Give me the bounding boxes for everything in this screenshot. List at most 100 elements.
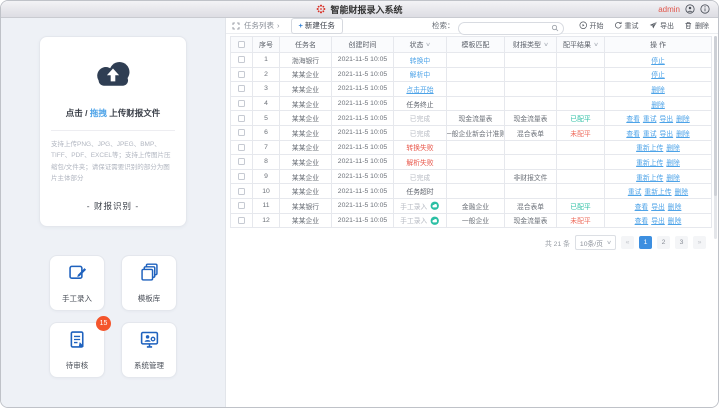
toolbar-action-删除[interactable]: 删除 xyxy=(684,21,709,31)
row-checkbox-cell xyxy=(231,199,253,214)
app-card-待审核[interactable]: 待审核15 xyxy=(49,322,105,378)
row-checkbox[interactable] xyxy=(238,188,245,195)
expand-icon[interactable] xyxy=(232,22,240,30)
upload-drag-link[interactable]: 拖拽 xyxy=(90,108,107,118)
action-link-查看[interactable]: 查看 xyxy=(635,201,649,211)
row-checkbox[interactable] xyxy=(238,173,245,180)
action-link-删除[interactable]: 删除 xyxy=(675,186,689,196)
row-index-value: 10 xyxy=(262,188,270,195)
action-link-删除[interactable]: 删除 xyxy=(676,128,690,138)
row-index: 3 xyxy=(253,82,280,97)
row-checkbox[interactable] xyxy=(238,129,245,136)
app-card-模板库[interactable]: 模板库 xyxy=(121,255,177,311)
action-link-导出[interactable]: 导出 xyxy=(660,128,674,138)
action-link-查看[interactable]: 查看 xyxy=(626,128,640,138)
row-checkbox[interactable] xyxy=(238,217,245,224)
row-index-value: 1 xyxy=(264,56,268,63)
action-link-重新上传[interactable]: 重新上传 xyxy=(636,157,663,167)
scrollbar[interactable] xyxy=(714,36,717,239)
column-header-配平结果[interactable]: 配平结果∨ xyxy=(557,37,605,53)
chevron-down-icon[interactable]: ∨ xyxy=(543,42,549,48)
search-icon[interactable] xyxy=(551,19,559,37)
page-button-3[interactable]: 3 xyxy=(675,236,688,249)
toolbar-action-开始[interactable]: 开始 xyxy=(579,21,604,31)
action-link-导出[interactable]: 导出 xyxy=(651,201,665,211)
delete-icon xyxy=(684,21,693,30)
toolbar-action-导出[interactable]: 导出 xyxy=(649,21,675,31)
created-time-value: 2021-11-5 10:05 xyxy=(338,173,387,180)
created-time: 2021-11-5 10:05 xyxy=(332,82,394,97)
row-checkbox[interactable] xyxy=(238,56,245,63)
select-all-checkbox[interactable] xyxy=(238,41,245,48)
page-size-select[interactable]: 10条/页 ∨ xyxy=(575,235,616,250)
action-link-删除[interactable]: 删除 xyxy=(676,113,690,123)
action-link-查看[interactable]: 查看 xyxy=(626,113,640,123)
user-icon[interactable] xyxy=(685,4,695,14)
row-checkbox[interactable] xyxy=(238,115,245,122)
new-task-button[interactable]: + 新建任务 xyxy=(291,18,343,34)
row-checkbox[interactable] xyxy=(238,85,245,92)
scrollbar-thumb[interactable] xyxy=(714,36,717,196)
row-checkbox[interactable] xyxy=(238,100,245,107)
row-index-value: 6 xyxy=(264,129,268,136)
app-card-系统管理[interactable]: 系统管理 xyxy=(121,322,177,378)
task-name-value: 某某企业 xyxy=(292,69,319,79)
action-link-查看[interactable]: 查看 xyxy=(635,215,649,225)
action-link-重新上传[interactable]: 重新上传 xyxy=(636,172,663,182)
action-link-重试[interactable]: 重试 xyxy=(628,186,642,196)
page-button-1[interactable]: 1 xyxy=(639,236,652,249)
cloud-badge-icon xyxy=(430,201,440,211)
action-link-停止[interactable]: 停止 xyxy=(651,55,665,65)
row-index-value: 3 xyxy=(264,85,268,92)
action-link-删除[interactable]: 删除 xyxy=(666,142,680,152)
report-type: 混合表单 xyxy=(505,126,557,141)
created-time-value: 2021-11-5 10:05 xyxy=(338,129,387,136)
column-header-状态[interactable]: 状态∨ xyxy=(394,37,447,53)
task-name: 某某企业 xyxy=(280,82,332,97)
action-link-删除[interactable]: 删除 xyxy=(666,172,680,182)
balance-result-cell xyxy=(557,53,605,68)
page-button-2[interactable]: 2 xyxy=(657,236,670,249)
template-match: 一般企业 xyxy=(447,214,505,229)
action-link-重新上传[interactable]: 重新上传 xyxy=(644,186,671,196)
row-index-value: 11 xyxy=(262,202,269,209)
action-link-删除[interactable]: 删除 xyxy=(651,99,665,109)
search-input[interactable] xyxy=(458,22,564,35)
info-icon[interactable] xyxy=(700,4,710,14)
app-card-手工录入[interactable]: 手工录入 xyxy=(49,255,105,311)
chevron-down-icon[interactable]: ∨ xyxy=(426,42,432,48)
action-link-删除[interactable]: 删除 xyxy=(666,157,680,167)
cloud-upload-icon xyxy=(90,77,136,94)
report-type xyxy=(505,97,557,112)
action-link-导出[interactable]: 导出 xyxy=(651,215,665,225)
action-link-重试[interactable]: 重试 xyxy=(643,113,657,123)
template-match xyxy=(447,97,505,112)
action-link-删除[interactable]: 删除 xyxy=(651,84,665,94)
username-label[interactable]: admin xyxy=(658,5,680,14)
column-label: 创建时间 xyxy=(349,40,377,50)
column-header-财报类型[interactable]: 财报类型∨ xyxy=(505,37,557,53)
status-text: 解析中 xyxy=(410,69,430,79)
action-link-删除[interactable]: 删除 xyxy=(668,201,682,211)
row-checkbox[interactable] xyxy=(238,71,245,78)
next-page-button[interactable]: » xyxy=(693,236,706,249)
row-checkbox[interactable] xyxy=(238,144,245,151)
status-cell: 手工录入 xyxy=(394,214,447,229)
status-text[interactable]: 点击开始 xyxy=(406,84,433,94)
table-row: 10某某企业2021-11-5 10:05任务超时重试重新上传删除 xyxy=(231,184,712,199)
row-checkbox[interactable] xyxy=(238,158,245,165)
prev-page-button[interactable]: « xyxy=(621,236,634,249)
action-link-导出[interactable]: 导出 xyxy=(660,113,674,123)
row-index-value: 9 xyxy=(264,173,268,180)
table-row: 11某某银行2021-11-5 10:05手工录入金融企业混合表单已配平查看导出… xyxy=(231,199,712,214)
action-link-删除[interactable]: 删除 xyxy=(668,215,682,225)
row-checkbox-cell xyxy=(231,68,253,83)
action-link-停止[interactable]: 停止 xyxy=(651,69,665,79)
action-link-重试[interactable]: 重试 xyxy=(643,128,657,138)
upload-dropzone[interactable]: 点击 / 拖拽 上传财报文件 支持上传PNG、JPG、JPEG、BMP、TIFF… xyxy=(39,36,187,227)
toolbar-action-重试[interactable]: 重试 xyxy=(614,21,639,31)
chevron-down-icon[interactable]: ∨ xyxy=(593,42,599,48)
action-link-重新上传[interactable]: 重新上传 xyxy=(636,142,663,152)
breadcrumb[interactable]: 任务列表 › xyxy=(244,20,280,31)
row-checkbox[interactable] xyxy=(238,202,245,209)
